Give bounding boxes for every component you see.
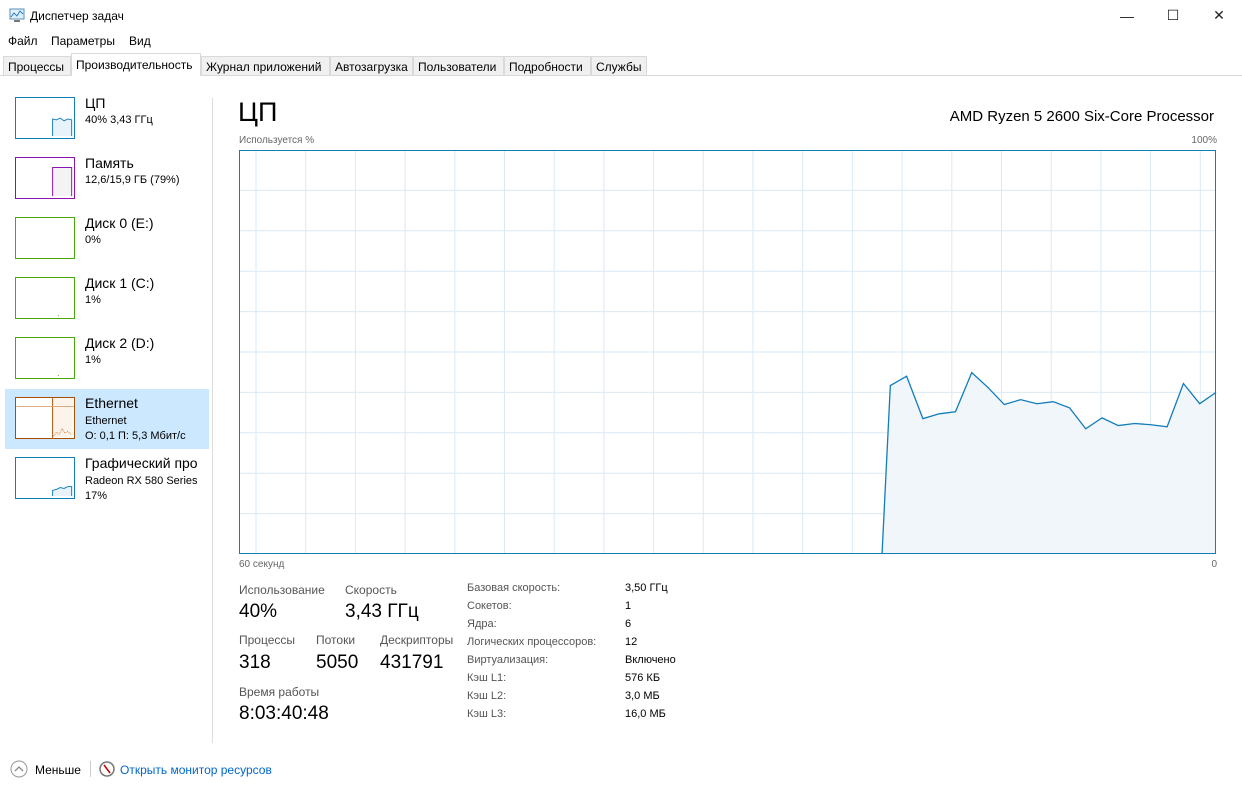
mini-graph (15, 397, 75, 439)
sidebar-item-label: Ethernet (85, 395, 138, 411)
mini-graph (15, 217, 75, 259)
sidebar-item-sub: Radeon RX 580 Series (85, 475, 198, 487)
sidebar-item-0[interactable]: ЦП 40% 3,43 ГГц (5, 89, 209, 149)
processor-name: AMD Ryzen 5 2600 Six-Core Processor (949, 108, 1214, 125)
sidebar-item-label: Графический про (85, 455, 198, 471)
processes-value: 318 (239, 652, 271, 673)
chart-y-label: Используется % (239, 135, 315, 146)
mini-graph (15, 277, 75, 319)
menu-options[interactable]: Параметры (51, 34, 115, 48)
sidebar-item-5[interactable]: Ethernet Ethernet О: 0,1 П: 5,3 Мбит/с (5, 389, 209, 449)
sidebar-item-sub2: 17% (85, 490, 108, 502)
footer-divider (90, 761, 91, 777)
spec-value: 3,0 МБ (625, 690, 660, 702)
task-manager-icon (9, 8, 25, 22)
cpu-usage-chart (239, 150, 1217, 555)
sidebar-item-sub: 1% (85, 294, 101, 306)
page-title: ЦП (238, 97, 278, 127)
mini-graph (15, 337, 75, 379)
sidebar-item-sub: 0% (85, 234, 101, 246)
spec-value: 12 (625, 636, 638, 648)
sidebar-item-sub: 1% (85, 354, 101, 366)
close-button[interactable]: ✕ (1196, 0, 1242, 31)
chart-x-label: 60 секунд (239, 559, 285, 570)
spec-value: 1 (625, 600, 632, 612)
menu-file[interactable]: Файл (8, 34, 38, 48)
minimize-button[interactable]: — (1104, 0, 1150, 31)
sidebar-item-sub: 40% 3,43 ГГц (85, 114, 153, 126)
mini-graph (15, 97, 75, 139)
sidebar-item-label: Память (85, 155, 134, 171)
mini-graph (15, 457, 75, 499)
tab-performance[interactable]: Производительность (71, 53, 201, 76)
usage-value: 40% (239, 601, 278, 622)
sidebar-item-sub: 12,6/15,9 ГБ (79%) (85, 174, 180, 186)
spec-value: 6 (625, 618, 632, 630)
threads-label: Потоки (316, 633, 356, 647)
spec-label: Кэш L2: (467, 690, 507, 702)
sidebar-item-label: Диск 2 (D:) (85, 335, 155, 351)
open-resource-monitor-link[interactable]: Открыть монитор ресурсов (120, 763, 272, 777)
spec-label: Ядра: (467, 618, 497, 630)
title-bar: Диспетчер задач — ☐ ✕ (0, 0, 1242, 31)
divider (212, 98, 213, 743)
tab-details[interactable]: Подробности (504, 56, 591, 76)
resource-monitor-icon (99, 761, 115, 777)
tab-startup[interactable]: Автозагрузка (330, 56, 413, 76)
menu-view[interactable]: Вид (129, 34, 151, 48)
sidebar-item-3[interactable]: Диск 1 (C:) 1% (5, 269, 209, 329)
sidebar-item-label: Диск 0 (E:) (85, 215, 154, 231)
chevron-up-circle-icon[interactable] (10, 760, 28, 778)
handles-value: 431791 (380, 652, 444, 673)
tab-users[interactable]: Пользователи (413, 56, 504, 76)
fewer-details-button[interactable]: Меньше (35, 763, 81, 777)
tab-app-history[interactable]: Журнал приложений (201, 56, 330, 76)
spec-value: 576 КБ (625, 672, 661, 684)
spec-value: 16,0 МБ (625, 708, 666, 720)
spec-value: Включено (625, 654, 676, 666)
sidebar-item-label: Диск 1 (C:) (85, 275, 155, 291)
chart-x-end: 0 (1211, 559, 1217, 570)
uptime-label: Время работы (239, 685, 320, 699)
chart-y-max: 100% (1191, 135, 1217, 146)
spec-label: Логических процессоров: (467, 636, 597, 648)
usage-area (882, 372, 1216, 554)
spec-label: Сокетов: (467, 600, 512, 612)
sidebar-item-4[interactable]: Диск 2 (D:) 1% (5, 329, 209, 389)
sidebar-item-sub2: О: 0,1 П: 5,3 Мбит/с (85, 430, 186, 442)
spec-label: Базовая скорость: (467, 582, 561, 594)
sidebar-item-1[interactable]: Память 12,6/15,9 ГБ (79%) (5, 149, 209, 209)
threads-value: 5050 (316, 652, 359, 673)
sidebar-item-2[interactable]: Диск 0 (E:) 0% (5, 209, 209, 269)
mini-graph (15, 157, 75, 199)
handles-label: Дескрипторы (380, 633, 454, 647)
sidebar-item-label: ЦП (85, 95, 106, 111)
window-title: Диспетчер задач (30, 9, 124, 23)
spec-label: Кэш L1: (467, 672, 507, 684)
sidebar-item-sub: Ethernet (85, 415, 127, 427)
tab-bar: Процессы Производительность Журнал прило… (0, 53, 1242, 76)
spec-label: Кэш L3: (467, 708, 507, 720)
tab-processes[interactable]: Процессы (3, 56, 71, 76)
maximize-button[interactable]: ☐ (1150, 0, 1196, 31)
tab-services[interactable]: Службы (591, 56, 647, 76)
processes-label: Процессы (239, 633, 296, 647)
spec-label: Виртуализация: (467, 654, 549, 666)
spec-value: 3,50 ГГц (625, 582, 668, 594)
speed-value: 3,43 ГГц (345, 601, 419, 622)
speed-label: Скорость (345, 583, 397, 597)
uptime-value: 8:03:40:48 (239, 703, 329, 724)
usage-label: Использование (239, 583, 325, 597)
sidebar-item-6[interactable]: Графический про Radeon RX 580 Series 17% (5, 449, 209, 509)
